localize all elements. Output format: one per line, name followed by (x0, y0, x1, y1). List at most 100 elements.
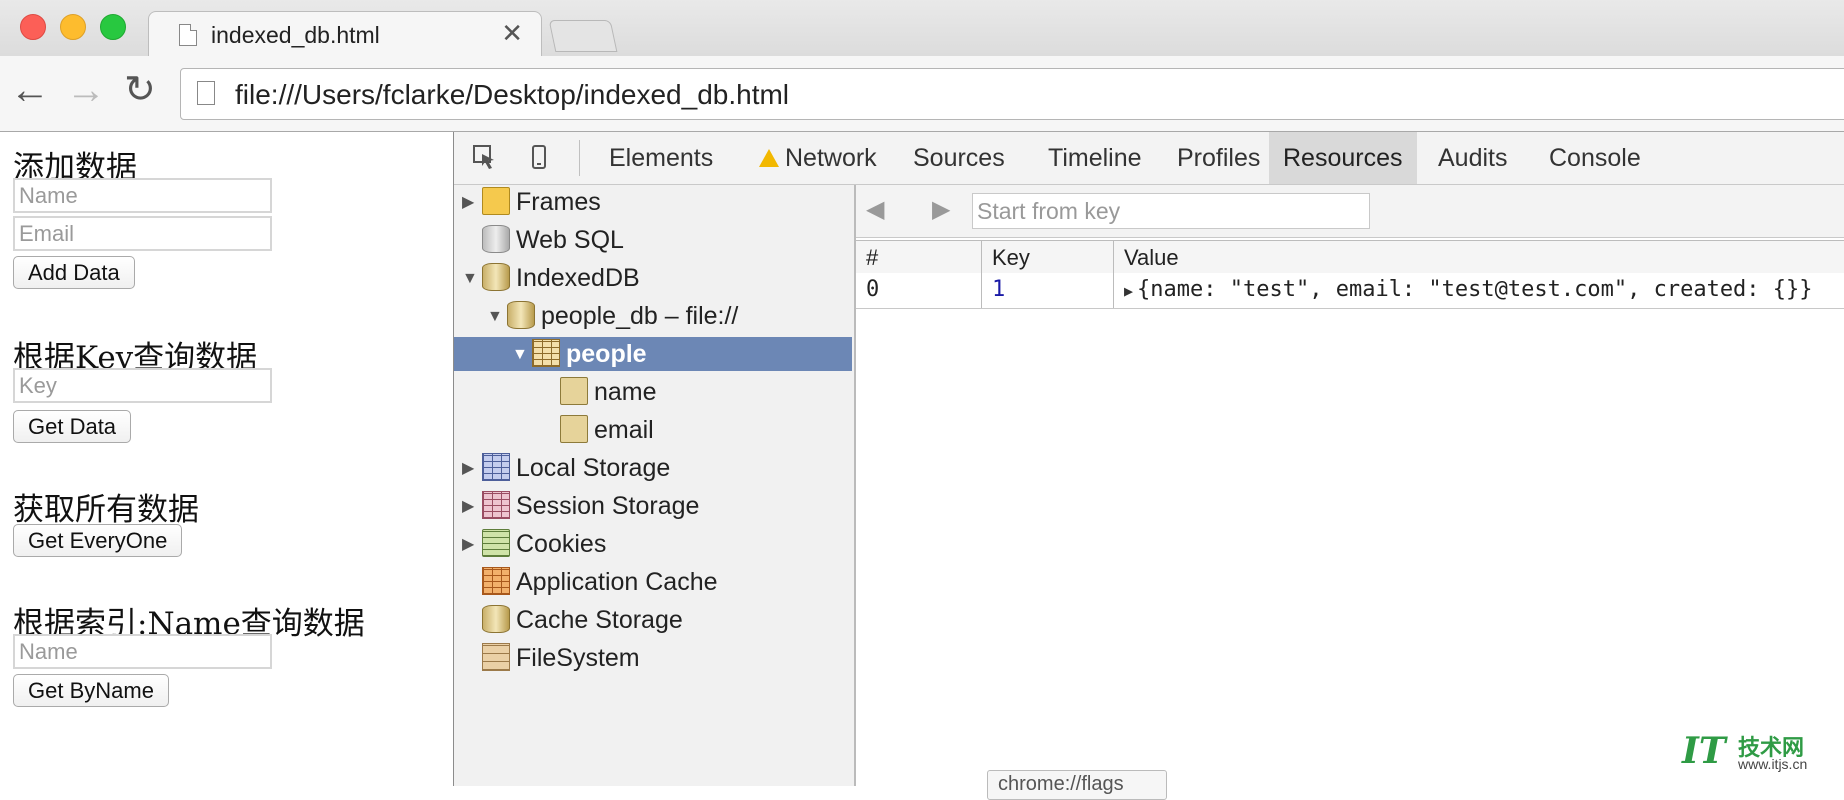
row-index-cell: 0 (856, 273, 982, 308)
row-value-text: {name: "test", email: "test@test.com", c… (1137, 277, 1813, 302)
database-icon (507, 301, 535, 330)
tree-item-label: people (566, 340, 647, 368)
previous-page-icon[interactable]: ◀ (866, 195, 884, 224)
close-window-button[interactable] (20, 14, 46, 40)
column-header-key[interactable]: Key (982, 241, 1114, 273)
tab-console[interactable]: Console (1535, 132, 1655, 184)
address-bar[interactable]: file:///Users/fclarke/Desktop/indexed_db… (180, 68, 1844, 120)
row-value-cell[interactable]: ▶ {name: "test", email: "test@test.com", … (1114, 273, 1844, 308)
tree-item-people[interactable]: ▼ people (454, 337, 852, 371)
status-tooltip: chrome://flags (987, 770, 1167, 800)
tree-item-frames[interactable]: ▶ Frames (462, 185, 601, 219)
key-filter-bar: ◀ ▶ (856, 185, 1844, 238)
tree-item-label: name (594, 378, 657, 406)
tab-title: indexed_db.html (211, 22, 380, 48)
next-page-icon[interactable]: ▶ (932, 195, 950, 224)
warning-icon (759, 149, 779, 167)
column-header-value[interactable]: Value (1114, 241, 1844, 273)
collapse-triangle-icon[interactable]: ▼ (512, 338, 532, 372)
tab-resources[interactable]: Resources (1269, 132, 1417, 184)
forward-arrow-icon[interactable]: → (66, 70, 106, 110)
tree-item-label: Local Storage (516, 454, 671, 482)
devtools-toolbar: Elements Network Sources Timeline Profil… (454, 132, 1844, 185)
database-icon (482, 225, 510, 254)
inspect-element-icon[interactable] (472, 144, 498, 170)
tree-item-index-email[interactable]: email (560, 413, 654, 447)
index-icon (560, 377, 588, 406)
tree-item-session-storage[interactable]: ▶ Session Storage (462, 489, 699, 523)
tree-item-cookies[interactable]: ▶ Cookies (462, 527, 606, 561)
browser-tab-bar: indexed_db.html ✕ (0, 0, 1844, 58)
tab-network-label: Network (785, 144, 877, 172)
collapse-triangle-icon[interactable]: ▼ (462, 262, 482, 296)
tree-item-local-storage[interactable]: ▶ Local Storage (462, 451, 670, 485)
tab-timeline[interactable]: Timeline (1034, 132, 1156, 184)
expand-object-icon[interactable]: ▶ (1124, 282, 1133, 300)
table-row[interactable]: 0 1 ▶ {name: "test", email: "test@test.co… (856, 273, 1844, 309)
tree-item-label: FileSystem (516, 644, 640, 672)
page-icon (197, 81, 215, 105)
tree-item-label: Application Cache (516, 568, 718, 596)
tree-item-indexeddb[interactable]: ▼ IndexedDB (462, 261, 640, 295)
tree-item-people-db[interactable]: ▼ people_db – file:// (487, 299, 738, 333)
object-store-view: ◀ ▶ # Key Value 0 1 ▶{name: "test", emai… (856, 185, 1844, 786)
tree-item-label: people_db – file:// (541, 302, 739, 330)
tab-network[interactable]: Network (745, 132, 891, 184)
tree-item-filesystem[interactable]: FileSystem (482, 641, 640, 675)
tree-item-index-name[interactable]: name (560, 375, 657, 409)
browser-toolbar: ← → ↻ file:///Users/fclarke/Desktop/inde… (0, 56, 1844, 132)
tree-item-label: Cookies (516, 530, 607, 558)
reload-icon[interactable]: ↻ (124, 70, 156, 110)
session-storage-icon (482, 491, 510, 520)
database-icon (482, 263, 510, 292)
add-email-input[interactable] (13, 216, 272, 251)
expand-triangle-icon[interactable]: ▶ (462, 186, 482, 220)
tab-sources[interactable]: Sources (899, 132, 1019, 184)
tree-item-label: Frames (516, 188, 601, 216)
local-storage-icon (482, 453, 510, 482)
page-content: 添加数据 Add Data 根据Key查询数据 Get Data 获取所有数据 … (0, 132, 452, 786)
object-store-icon (532, 339, 560, 368)
get-byname-button[interactable]: Get ByName (13, 674, 169, 707)
column-header-index[interactable]: # (856, 241, 982, 273)
tree-item-label: Cache Storage (516, 606, 683, 634)
watermark-url: www.itjs.cn (1738, 756, 1808, 772)
tab-profiles[interactable]: Profiles (1163, 132, 1274, 184)
get-everyone-button[interactable]: Get EveryOne (13, 524, 183, 557)
filesystem-icon (482, 643, 510, 672)
cookie-icon (482, 529, 510, 558)
watermark-it: IT (1682, 730, 1726, 772)
tree-item-web-sql[interactable]: Web SQL (482, 223, 624, 257)
folder-icon (482, 187, 510, 216)
zoom-window-button[interactable] (100, 14, 126, 40)
tab-audits[interactable]: Audits (1424, 132, 1521, 184)
watermark-logo: IT 技术网 www.itjs.cn (1682, 728, 1832, 776)
new-tab-button[interactable] (548, 20, 618, 52)
expand-triangle-icon[interactable]: ▶ (462, 452, 482, 486)
resources-sidebar: ▶ Frames Web SQL ▼ IndexedDB ▼ people_db – … (454, 185, 856, 786)
collapse-triangle-icon[interactable]: ▼ (487, 300, 507, 334)
devtools-panel: Elements Network Sources Timeline Profil… (453, 132, 1844, 786)
tree-item-application-cache[interactable]: Application Cache (482, 565, 718, 599)
add-data-button[interactable]: Add Data (13, 256, 135, 289)
add-name-input[interactable] (13, 178, 272, 213)
tree-item-label: IndexedDB (516, 264, 640, 292)
minimize-window-button[interactable] (60, 14, 86, 40)
address-url[interactable]: file:///Users/fclarke/Desktop/indexed_db… (235, 79, 789, 111)
browser-tab[interactable]: indexed_db.html ✕ (148, 11, 542, 58)
tab-elements[interactable]: Elements (595, 132, 727, 184)
device-mode-icon[interactable] (526, 144, 552, 170)
tree-item-cache-storage[interactable]: Cache Storage (482, 603, 683, 637)
close-tab-icon[interactable]: ✕ (501, 18, 523, 49)
get-data-button[interactable]: Get Data (13, 410, 132, 443)
key-input[interactable] (13, 368, 272, 403)
tree-item-label: email (594, 416, 654, 444)
row-key-cell: 1 (982, 273, 1114, 308)
start-from-key-input[interactable] (972, 193, 1370, 229)
database-icon (482, 605, 510, 634)
index-icon (560, 415, 588, 444)
name-index-input[interactable] (13, 634, 272, 669)
back-arrow-icon[interactable]: ← (10, 70, 50, 110)
expand-triangle-icon[interactable]: ▶ (462, 490, 482, 524)
expand-triangle-icon[interactable]: ▶ (462, 528, 482, 562)
